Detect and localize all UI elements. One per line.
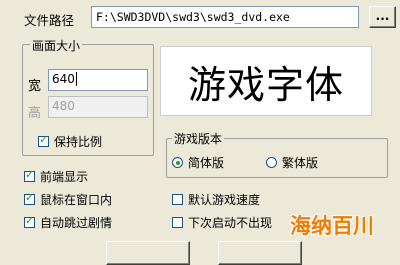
bottom-button-right[interactable] bbox=[218, 241, 302, 265]
check-icon bbox=[172, 194, 183, 205]
keep-ratio-checkbox[interactable]: 保持比例 bbox=[38, 133, 102, 150]
path-input[interactable]: F:\SWD3DVD\swd3\swd3_dvd.exe bbox=[91, 6, 359, 28]
traditional-label: 繁体版 bbox=[282, 156, 319, 170]
next-launch-label: 下次启动不出现 bbox=[188, 216, 273, 230]
next-launch-checkbox[interactable]: 下次启动不出现 bbox=[172, 214, 272, 231]
mouse-in-window-label: 鼠标在窗口内 bbox=[40, 193, 113, 207]
version-title: 游戏版本 bbox=[172, 130, 225, 147]
font-preview-text: 游戏字体 bbox=[187, 62, 344, 107]
simplified-label: 简体版 bbox=[188, 156, 225, 170]
mouse-in-window-checkbox[interactable]: 鼠标在窗口内 bbox=[24, 191, 112, 208]
radio-icon bbox=[266, 157, 277, 168]
width-value: 640 bbox=[52, 72, 75, 86]
check-icon bbox=[24, 191, 35, 205]
traditional-radio[interactable]: 繁体版 bbox=[266, 154, 318, 171]
bottom-button-left[interactable] bbox=[106, 241, 190, 265]
auto-skip-checkbox[interactable]: 自动跳过剧情 bbox=[24, 214, 112, 231]
check-icon bbox=[38, 133, 49, 147]
radio-icon bbox=[172, 157, 183, 168]
watermark-text: 海纳百川 bbox=[290, 214, 374, 238]
check-icon bbox=[24, 168, 35, 182]
check-icon bbox=[172, 217, 183, 228]
default-speed-checkbox[interactable]: 默认游戏速度 bbox=[172, 191, 260, 208]
check-icon bbox=[24, 214, 35, 228]
font-preview: 游戏字体 bbox=[160, 46, 372, 116]
path-label: 文件路径 bbox=[24, 13, 75, 28]
simplified-radio[interactable]: 简体版 bbox=[172, 154, 224, 171]
front-display-checkbox[interactable]: 前端显示 bbox=[24, 168, 88, 185]
width-input[interactable]: 640 bbox=[48, 69, 148, 91]
height-input[interactable]: 480 bbox=[48, 96, 148, 118]
front-display-label: 前端显示 bbox=[40, 170, 89, 184]
screen-size-title: 画面大小 bbox=[30, 37, 83, 54]
height-label: 高 bbox=[28, 106, 42, 121]
browse-button[interactable]: ... bbox=[369, 6, 396, 28]
auto-skip-label: 自动跳过剧情 bbox=[40, 216, 113, 230]
default-speed-label: 默认游戏速度 bbox=[188, 193, 261, 207]
text-cursor bbox=[75, 72, 77, 86]
width-label: 宽 bbox=[28, 79, 42, 94]
keep-ratio-label: 保持比例 bbox=[54, 135, 103, 149]
